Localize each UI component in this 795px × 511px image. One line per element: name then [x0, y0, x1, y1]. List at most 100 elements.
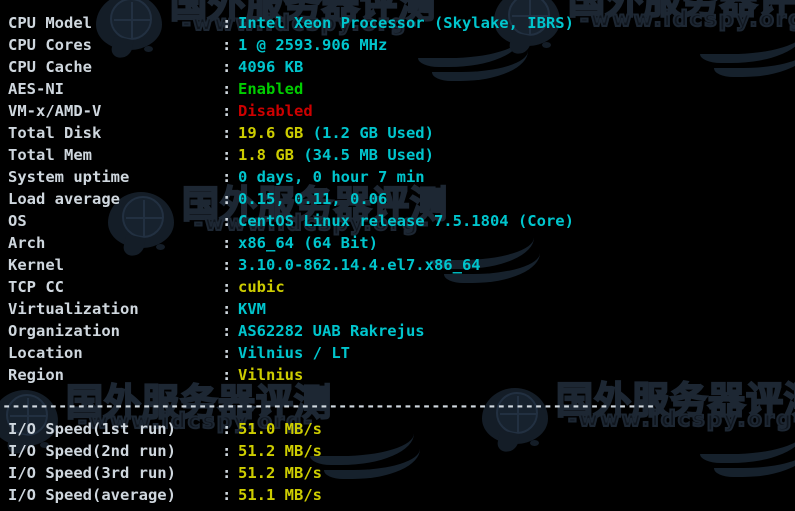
system-info-label: Region [8, 366, 64, 384]
system-info-label: Virtualization [8, 300, 139, 318]
system-info-label: OS [8, 212, 27, 230]
field-colon: : [222, 234, 232, 252]
system-info-value: 19.6 GB (1.2 GB Used) [238, 122, 434, 144]
io-speed-value-main: 51.2 MB/s [238, 464, 322, 482]
separator-dashes: ----------------------------------------… [2, 397, 656, 415]
system-info-label: Total Disk [8, 124, 102, 142]
system-info-value-main: KVM [238, 300, 266, 318]
system-info-row: CPU Model: Intel Xeon Processor (Skylake,… [0, 12, 795, 34]
io-speed-value: 51.2 MB/s [238, 462, 322, 484]
system-info-label: TCP CC [8, 278, 64, 296]
system-info-label: Total Mem [8, 146, 92, 164]
io-speed-block: I/O Speed(1st run):51.0 MB/s I/O Speed(2n… [0, 418, 795, 506]
system-info-value: Enabled [238, 78, 303, 100]
system-info-row: Region: Vilnius [0, 364, 795, 386]
system-info-value: Vilnius [238, 364, 303, 386]
field-colon: : [222, 278, 232, 296]
system-info-value: 4096 KB [238, 56, 303, 78]
io-speed-row: I/O Speed(3rd run):51.2 MB/s [0, 462, 795, 484]
system-info-row: CPU Cores:1 @ 2593.906 MHz [0, 34, 795, 56]
system-info-value-main: 3.10.0-862.14.4.el7.x86_64 [238, 256, 481, 274]
field-colon: : [222, 80, 232, 98]
system-info-row: Load average:0.15, 0.11, 0.06 [0, 188, 795, 210]
field-colon: : [222, 146, 232, 164]
system-info-value-main: 19.6 GB [238, 124, 304, 142]
system-info-value-main: Disabled [238, 102, 313, 120]
system-info-row: OS: CentOS Linux release 7.5.1804 (Core) [0, 210, 795, 232]
field-colon: : [222, 442, 232, 460]
terminal-output: CPU Model: Intel Xeon Processor (Skylake,… [0, 0, 795, 511]
system-info-value-main: 4096 KB [238, 58, 304, 76]
system-info-value: KVM [238, 298, 266, 320]
system-info-value-main: x86_64 (64 Bit) [238, 234, 378, 252]
system-info-value: Intel Xeon Processor (Skylake, IBRS) [238, 12, 574, 34]
system-info-row: Kernel:3.10.0-862.14.4.el7.x86_64 [0, 254, 795, 276]
field-colon: : [222, 486, 232, 504]
system-info-label: System uptime [8, 168, 130, 186]
system-info-row: Organization: AS62282 UAB Rakrejus [0, 320, 795, 342]
system-info-value-main: 0.15, 0.11, 0.06 [238, 190, 388, 208]
system-info-row: Total Disk:19.6 GB (1.2 GB Used) [0, 122, 795, 144]
system-info-value-main: 0 days, 0 hour 7 min [238, 168, 425, 186]
system-info-value: 0 days, 0 hour 7 min [238, 166, 425, 188]
system-info-value-main: AS62282 UAB Rakrejus [238, 322, 425, 340]
system-info-value-main: Enabled [238, 80, 304, 98]
system-info-value: 1.8 GB (34.5 MB Used) [238, 144, 434, 166]
field-colon: : [222, 36, 232, 54]
field-colon: : [222, 190, 232, 208]
io-speed-value-main: 51.1 MB/s [238, 486, 322, 504]
terminal-window[interactable]: 国外服务器评测 -www.idcspy.org- 国外服务器评测 -www.id… [0, 0, 795, 511]
io-speed-value: 51.2 MB/s [238, 440, 322, 462]
system-info-value: 1 @ 2593.906 MHz [238, 34, 387, 56]
system-info-label: Kernel [8, 256, 64, 274]
system-info-label: CPU Model [8, 14, 92, 32]
system-info-value-main: Intel Xeon Processor (Skylake, IBRS) [238, 14, 574, 32]
field-colon: : [222, 168, 232, 186]
system-info-label: CPU Cores [8, 36, 92, 54]
system-info-value: 3.10.0-862.14.4.el7.x86_64 [238, 254, 481, 276]
system-info-row: Location: Vilnius / LT [0, 342, 795, 364]
system-info-value-main: Vilnius [238, 366, 304, 384]
field-colon: : [222, 212, 232, 230]
system-info-row: AES-NI: Enabled [0, 78, 795, 100]
field-colon: : [222, 322, 232, 340]
system-info-label: Location [8, 344, 83, 362]
system-info-value: Vilnius / LT [238, 342, 350, 364]
system-info-value: AS62282 UAB Rakrejus [238, 320, 425, 342]
io-speed-row: I/O Speed(average):51.1 MB/s [0, 484, 795, 506]
system-info-value: cubic [238, 276, 285, 298]
field-colon: : [222, 344, 232, 362]
io-speed-label: I/O Speed(1st run) [8, 420, 176, 438]
system-info-block: CPU Model: Intel Xeon Processor (Skylake,… [0, 12, 795, 386]
system-info-value-main: Vilnius / LT [238, 344, 350, 362]
system-info-label: VM-x/AMD-V [8, 102, 102, 120]
field-colon: : [222, 420, 232, 438]
system-info-row: VM-x/AMD-V: Disabled [0, 100, 795, 122]
field-colon: : [222, 102, 232, 120]
io-speed-label: I/O Speed(2nd run) [8, 442, 176, 460]
system-info-value-suffix: (34.5 MB Used) [294, 146, 434, 164]
field-colon: : [222, 14, 232, 32]
io-speed-label: I/O Speed(3rd run) [8, 464, 176, 482]
system-info-value: Disabled [238, 100, 313, 122]
system-info-label: Arch [8, 234, 46, 252]
system-info-value: x86_64 (64 Bit) [238, 232, 378, 254]
io-speed-value-main: 51.2 MB/s [238, 442, 322, 460]
system-info-value-suffix: (1.2 GB Used) [303, 124, 434, 142]
system-info-row: Total Mem:1.8 GB (34.5 MB Used) [0, 144, 795, 166]
system-info-label: AES-NI [8, 80, 64, 98]
field-colon: : [222, 124, 232, 142]
system-info-row: TCP CC: cubic [0, 276, 795, 298]
io-speed-row: I/O Speed(2nd run):51.2 MB/s [0, 440, 795, 462]
system-info-label: Load average [8, 190, 120, 208]
field-colon: : [222, 464, 232, 482]
field-colon: : [222, 300, 232, 318]
system-info-label: Organization [8, 322, 120, 340]
system-info-value-main: cubic [238, 278, 285, 296]
system-info-row: Arch: x86_64 (64 Bit) [0, 232, 795, 254]
io-speed-value-main: 51.0 MB/s [238, 420, 322, 438]
io-speed-label: I/O Speed(average) [8, 486, 176, 504]
io-speed-row: I/O Speed(1st run):51.0 MB/s [0, 418, 795, 440]
